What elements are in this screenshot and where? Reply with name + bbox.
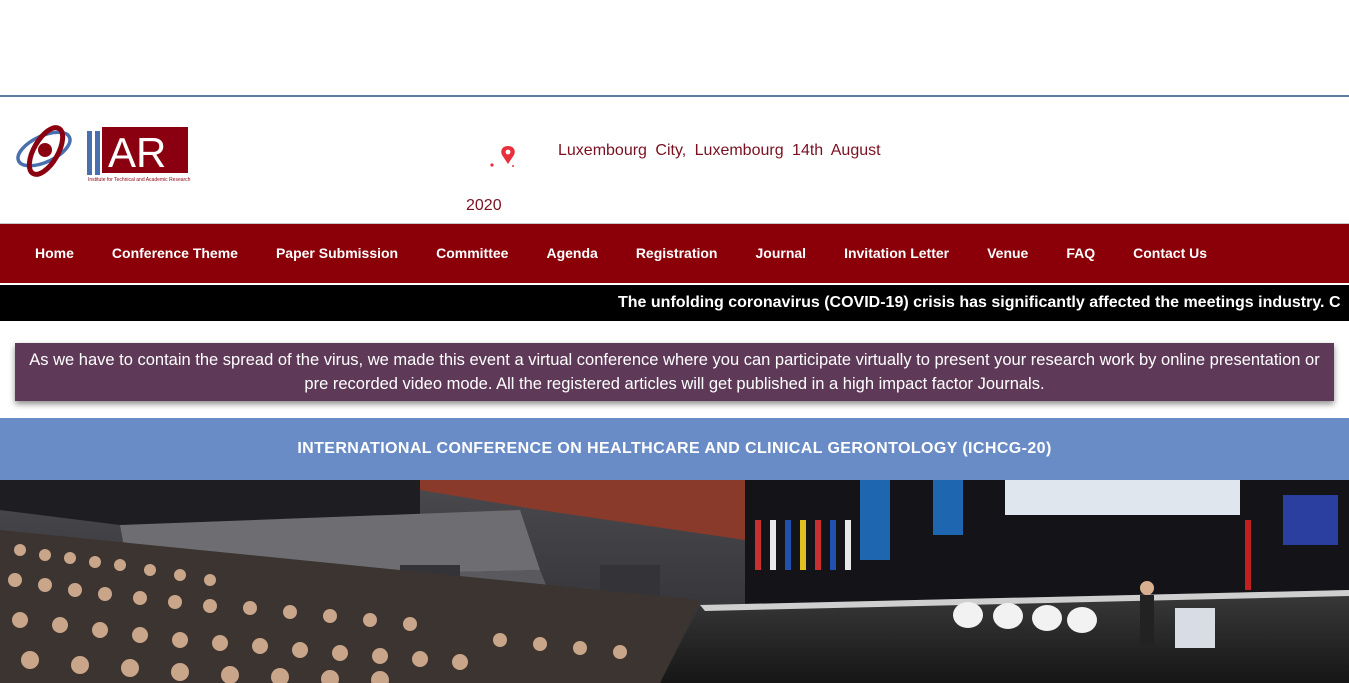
- map-pin-icon: [490, 146, 515, 167]
- event-location-date: Luxembourg City, Luxembourg 14th August: [558, 142, 881, 159]
- ticker-text[interactable]: The unfolding coronavirus (COVID-19) cri…: [618, 294, 1341, 312]
- nav-conference-theme[interactable]: Conference Theme: [112, 245, 238, 261]
- nav-venue[interactable]: Venue: [987, 245, 1028, 261]
- nav-contact-us[interactable]: Contact Us: [1133, 245, 1207, 261]
- event-year: 2020: [466, 197, 502, 214]
- nav-faq[interactable]: FAQ: [1066, 245, 1095, 261]
- virtual-conference-notice: As we have to contain the spread of the …: [15, 343, 1334, 401]
- main-navigation: Home Conference Theme Paper Submission C…: [0, 223, 1349, 283]
- notice-text: As we have to contain the spread of the …: [29, 351, 1320, 393]
- news-ticker[interactable]: The unfolding coronavirus (COVID-19) cri…: [0, 285, 1349, 321]
- auditorium-illustration: [0, 480, 1349, 683]
- nav-agenda[interactable]: Agenda: [546, 245, 597, 261]
- nav-registration[interactable]: Registration: [636, 245, 718, 261]
- conference-title: INTERNATIONAL CONFERENCE ON HEALTHCARE A…: [297, 440, 1052, 457]
- nav-paper-submission[interactable]: Paper Submission: [276, 245, 398, 261]
- nav-journal[interactable]: Journal: [756, 245, 807, 261]
- svg-text:AR: AR: [108, 129, 166, 176]
- conference-title-banner: INTERNATIONAL CONFERENCE ON HEALTHCARE A…: [0, 418, 1349, 480]
- top-blank-area: [0, 0, 1349, 95]
- nav-invitation-letter[interactable]: Invitation Letter: [844, 245, 949, 261]
- site-header: AR Institute for Technical and Academic …: [0, 97, 1349, 223]
- nav-home[interactable]: Home: [35, 245, 74, 261]
- nav-committee[interactable]: Committee: [436, 245, 508, 261]
- hero-auditorium-image: [0, 480, 1349, 683]
- logo-subtitle: Institute for Technical and Academic Res…: [88, 177, 191, 183]
